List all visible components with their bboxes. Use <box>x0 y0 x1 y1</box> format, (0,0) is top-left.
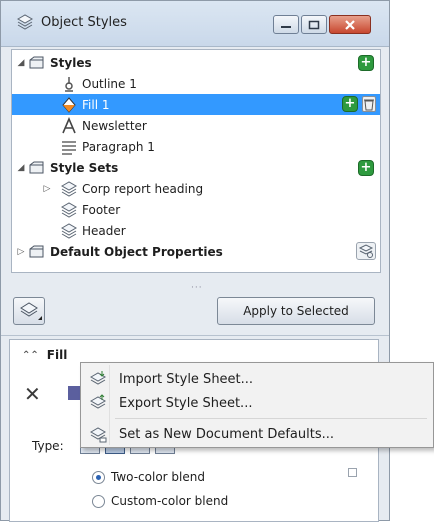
expand-arrow-icon[interactable]: ▷ <box>42 184 52 194</box>
maximize-button[interactable] <box>301 15 327 34</box>
collapse-arrow-icon[interactable]: ◢ <box>16 163 26 173</box>
default-properties-settings-button[interactable] <box>356 242 376 260</box>
blend-option-checkbox[interactable] <box>348 468 357 477</box>
close-icon <box>345 19 355 30</box>
tree-item-newsletter[interactable]: Newsletter <box>12 115 380 136</box>
import-style-sheet-icon <box>89 370 107 388</box>
tree-group-styles[interactable]: ◢ Styles + <box>12 52 380 73</box>
add-child-style-button[interactable]: + <box>342 96 358 112</box>
tree-group-default-object-properties[interactable]: ▷ Default Object Properties <box>12 241 380 262</box>
trash-icon <box>364 99 374 111</box>
style-set-icon <box>60 180 78 198</box>
object-styles-icon <box>15 13 35 33</box>
menu-item-label: Import Style Sheet... <box>119 371 254 387</box>
custom-color-blend-option[interactable]: Custom-color blend <box>92 494 228 508</box>
collapse-arrow-icon[interactable]: ◢ <box>16 58 26 68</box>
style-set-icon <box>60 201 78 219</box>
tree-item-fill-1[interactable]: Fill 1 + <box>12 94 380 115</box>
fill-section-header[interactable]: ⌃⌃ Fill <box>22 348 67 362</box>
style-options-icon <box>20 302 42 320</box>
apply-to-selected-button[interactable]: Apply to Selected <box>217 297 375 325</box>
text-style-icon <box>60 116 78 135</box>
tree-item-corp-report-heading[interactable]: ▷ Corp report heading <box>12 178 380 199</box>
resize-grip[interactable]: ··· <box>191 283 203 293</box>
no-fill-icon[interactable]: ✕ <box>24 382 41 406</box>
document-defaults-icon <box>89 425 107 443</box>
paragraph-icon <box>60 138 78 156</box>
folder-icon <box>28 54 46 72</box>
tree-item-footer[interactable]: Footer <box>12 199 380 220</box>
export-style-sheet-icon <box>89 394 107 412</box>
tree-item-label: Paragraph 1 <box>82 139 155 154</box>
expand-arrow-icon[interactable]: ▷ <box>16 247 26 257</box>
menu-separator <box>115 418 427 419</box>
collapse-chevron-icon[interactable]: ⌃⌃ <box>22 350 39 361</box>
add-style-button[interactable]: + <box>358 54 374 71</box>
minimize-icon <box>281 25 291 28</box>
add-style-set-button[interactable]: + <box>358 159 374 176</box>
style-options-menu-button[interactable] <box>13 297 45 325</box>
styles-tree[interactable]: ◢ Styles + Outline 1 Fill 1 + Newsletter… <box>11 49 381 273</box>
style-options-context-menu: Import Style Sheet... Export Style Sheet… <box>80 362 434 448</box>
tree-group-label: Style Sets <box>50 160 119 175</box>
window-title: Object Styles <box>41 15 127 30</box>
menu-item-import-style-sheet[interactable]: Import Style Sheet... <box>83 367 431 391</box>
outline-icon <box>60 75 78 93</box>
maximize-icon <box>308 20 320 29</box>
fill-icon <box>60 96 78 114</box>
radio-button[interactable] <box>92 470 105 484</box>
type-label: Type: <box>32 439 64 453</box>
tree-item-paragraph-1[interactable]: Paragraph 1 <box>12 136 380 157</box>
tree-item-label: Footer <box>82 202 121 217</box>
option-label: Custom-color blend <box>111 494 229 508</box>
tree-group-label: Default Object Properties <box>50 244 223 259</box>
fill-header-label: Fill <box>46 348 68 362</box>
menu-item-label: Export Style Sheet... <box>119 395 253 411</box>
folder-icon <box>28 159 46 177</box>
style-settings-icon <box>358 244 374 258</box>
close-button[interactable] <box>329 15 371 34</box>
style-set-icon <box>60 222 78 240</box>
tree-item-header[interactable]: Header <box>12 220 380 241</box>
folder-icon <box>28 243 46 261</box>
minimize-button[interactable] <box>273 15 299 34</box>
tree-group-label: Styles <box>50 55 92 70</box>
tree-item-label: Outline 1 <box>82 76 137 91</box>
radio-button[interactable] <box>92 494 105 508</box>
two-color-blend-option[interactable]: Two-color blend <box>92 470 205 484</box>
tree-item-outline-1[interactable]: Outline 1 <box>12 73 380 94</box>
menu-item-set-as-new-document-defaults[interactable]: Set as New Document Defaults... <box>83 422 431 446</box>
tree-item-label: Corp report heading <box>82 181 204 196</box>
delete-style-button[interactable] <box>362 96 376 112</box>
menu-item-label: Set as New Document Defaults... <box>119 426 334 442</box>
menu-item-export-style-sheet[interactable]: Export Style Sheet... <box>83 391 431 415</box>
option-label: Two-color blend <box>111 470 205 484</box>
tree-group-style-sets[interactable]: ◢ Style Sets + <box>12 157 380 178</box>
tree-item-label: Header <box>82 223 126 238</box>
tree-item-label: Fill 1 <box>82 97 110 112</box>
title-bar: Object Styles <box>1 1 389 47</box>
tree-item-label: Newsletter <box>82 118 147 133</box>
section-divider <box>1 335 389 336</box>
